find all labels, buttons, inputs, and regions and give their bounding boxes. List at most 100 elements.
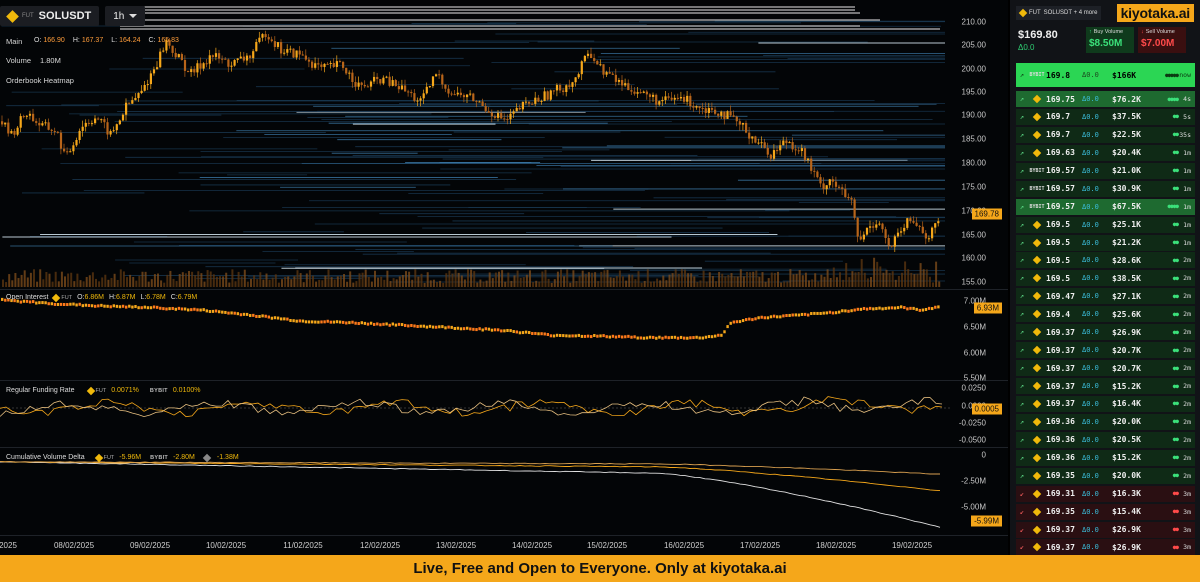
volume-bar — [674, 269, 677, 287]
pane-divider[interactable] — [0, 447, 1008, 448]
cvd-tick: 0 — [981, 450, 986, 460]
trade-row[interactable]: ↗ 169.7 Δ0.0 $22.5K ●● 35s — [1016, 126, 1195, 143]
trade-row[interactable]: ↗ 169.36 Δ0.0 $15.2K ●● 2m — [1016, 449, 1195, 466]
volume-bar — [445, 273, 448, 287]
volume-bar — [584, 274, 587, 287]
trade-row[interactable]: ↗ 169.37 Δ0.0 $15.2K ●● 2m — [1016, 378, 1195, 394]
timeframe-selector[interactable]: 1h — [105, 6, 146, 26]
trade-row[interactable]: ↙ 169.35 Δ0.0 $15.4K ●● 3m — [1016, 503, 1195, 520]
volume-bar — [485, 280, 488, 287]
brand-logo[interactable]: kiyotaka.ai — [1116, 4, 1194, 22]
footer-banner: Live, Free and Open to Everyone. Only at… — [0, 555, 1200, 582]
trade-row[interactable]: ↗ 169.37 Δ0.0 $26.9K ●● 2m — [1016, 324, 1195, 341]
oi-candle — [772, 314, 776, 318]
trade-row[interactable]: ↗ 169.5 Δ0.0 $38.5K ●● 2m — [1016, 270, 1195, 287]
oi-candle — [586, 334, 590, 338]
trade-delta: Δ0.0 — [1082, 274, 1099, 283]
volume-bar — [315, 281, 318, 287]
trade-row[interactable]: ↗ 169.7 Δ0.0 $37.5K ●● 5s — [1016, 108, 1195, 125]
trade-price: 169.37 — [1046, 327, 1075, 337]
oi-candle — [354, 321, 357, 325]
volume-bar — [436, 282, 438, 287]
cvd-line — [0, 461, 941, 528]
trades-list[interactable]: ↗ BYBIT 169.8 Δ0.0 $166K ●●●●● now ↗ 169.75 Δ0.0 $… — [1016, 63, 1195, 557]
candle-body — [918, 225, 921, 227]
bybit-label: BYBIT — [1029, 72, 1045, 78]
candle-body — [183, 60, 187, 71]
oi-candle — [245, 312, 249, 316]
chart-area[interactable]: FUT SOLUSDT 1h Main O: 166.90 H: 167.37 L:… — [0, 0, 1008, 555]
funding-axis[interactable]: 0.0250 0.0000 -0.0250 -0.0500 0.0005 — [950, 380, 1008, 447]
oi-candle — [332, 320, 336, 324]
candle-body — [825, 185, 828, 190]
trade-row[interactable]: ↗ 169.75 Δ0.0 $76.2K ●●●● 4s — [1016, 91, 1195, 107]
trade-price: 169.37 — [1046, 525, 1075, 534]
candle-body — [112, 130, 115, 132]
binance-icon — [1032, 274, 1042, 283]
trade-row[interactable]: ↗ 169.5 Δ0.0 $21.2K ●● 1m — [1016, 234, 1195, 251]
oi-candle — [410, 323, 413, 327]
volume-bar — [749, 272, 752, 287]
candle-body — [754, 136, 757, 143]
trade-price: 169.37 — [1046, 345, 1075, 355]
trade-row[interactable]: ↗ 169.47 Δ0.0 $27.1K ●● 2m — [1016, 288, 1195, 305]
exchange-icon: BYBIT — [1028, 186, 1046, 192]
volume-bar — [566, 269, 569, 287]
oi-badge: 6.93M — [973, 302, 1002, 314]
symbols-filter[interactable]: FUT SOLUSDT + 4 more — [1016, 6, 1102, 20]
cvd-axis[interactable]: 0 -2.50M -5.00M -5.99M — [950, 447, 1008, 535]
trade-age: 1m — [1183, 220, 1191, 229]
trade-row[interactable]: ↗ 169.36 Δ0.0 $20.0K ●● 2m — [1016, 413, 1195, 430]
volume-bar — [113, 273, 116, 287]
trade-row[interactable]: ↗ BYBIT 169.57 Δ0.0 $21.0K ●● 1m — [1016, 162, 1195, 179]
trade-row[interactable]: ↗ 169.37 Δ0.0 $20.7K ●● 2m — [1016, 360, 1195, 377]
volume-bar — [625, 280, 628, 287]
main-ohlc: O: 166.90 H: 167.37 L: 164.24 C: 165.83 — [34, 37, 179, 44]
oi-candle — [509, 329, 512, 333]
trade-row[interactable]: ↗ BYBIT 169.57 Δ0.0 $67.5K ●●●● 1m — [1016, 198, 1195, 215]
chart-canvas[interactable] — [0, 0, 1008, 555]
volume-bar — [299, 273, 302, 287]
trade-row[interactable]: ↗ 169.5 Δ0.0 $25.1K ●● 1m — [1016, 216, 1195, 233]
arrow-up-right-icon: ↗ — [1019, 399, 1025, 408]
trade-row[interactable]: ↙ 169.37 Δ0.0 $26.9K ●● 3m — [1016, 539, 1195, 556]
candle-body — [748, 132, 751, 139]
trade-row[interactable]: ↗ 169.35 Δ0.0 $20.0K ●● 2m — [1016, 467, 1195, 484]
volume-bar — [367, 276, 370, 287]
price-axis[interactable]: 210.00 205.00 200.00 195.00 190.00 185.0… — [950, 0, 1008, 289]
candle-body — [286, 49, 289, 53]
oi-candle — [165, 307, 168, 311]
oi-axis[interactable]: 7.00M 6.50M 6.00M 5.50M 6.93M — [950, 289, 1008, 383]
candle-body — [450, 93, 453, 95]
sidebar-price: $169.80 — [1018, 29, 1058, 41]
candle-body — [292, 48, 295, 58]
oi-candle — [416, 325, 419, 329]
trade-row[interactable]: ↙ 169.31 Δ0.0 $16.3K ●● 3m — [1016, 485, 1195, 502]
pane-divider[interactable] — [0, 380, 1008, 381]
oi-candle — [726, 325, 729, 329]
oi-candle — [199, 308, 202, 312]
trade-row[interactable]: ↗ 169.36 Δ0.0 $20.5K ●● 2m — [1016, 431, 1195, 448]
symbol-selector[interactable]: FUT SOLUSDT — [0, 6, 100, 26]
candle-body — [221, 58, 224, 60]
footer-brand[interactable]: kiyotaka.ai — [710, 560, 787, 577]
trade-row[interactable]: ↗ BYBIT 169.8 Δ0.0 $166K ●●●●● now — [1016, 63, 1195, 87]
pane-divider — [0, 535, 1008, 536]
trade-row[interactable]: ↙ 169.37 Δ0.0 $26.9K ●● 3m — [1016, 521, 1195, 538]
oi-candle — [149, 306, 153, 310]
volume-bar — [563, 276, 566, 287]
candle-body — [509, 113, 512, 120]
trade-row[interactable]: ↗ 169.37 Δ0.0 $16.4K ●● 2m — [1016, 395, 1195, 412]
trade-row[interactable]: ↗ 169.37 Δ0.0 $20.7K ●● 2m — [1016, 342, 1195, 359]
trade-row[interactable]: ↗ 169.63 Δ0.0 $20.4K ●● 1m — [1016, 144, 1195, 161]
trade-row[interactable]: ↗ 169.4 Δ0.0 $25.6K ●● 2m — [1016, 306, 1195, 323]
pane-divider[interactable] — [0, 289, 1008, 290]
volume-bar — [891, 271, 894, 287]
exchange-icon — [1028, 130, 1046, 140]
candle-body — [180, 54, 183, 61]
trade-row[interactable]: ↗ BYBIT 169.57 Δ0.0 $30.9K ●● 1m — [1016, 180, 1195, 197]
trade-row[interactable]: ↗ 169.5 Δ0.0 $28.6K ●● 2m — [1016, 252, 1195, 269]
candle-body — [369, 81, 373, 87]
volume-bar — [54, 271, 57, 287]
candle-body — [803, 148, 807, 161]
